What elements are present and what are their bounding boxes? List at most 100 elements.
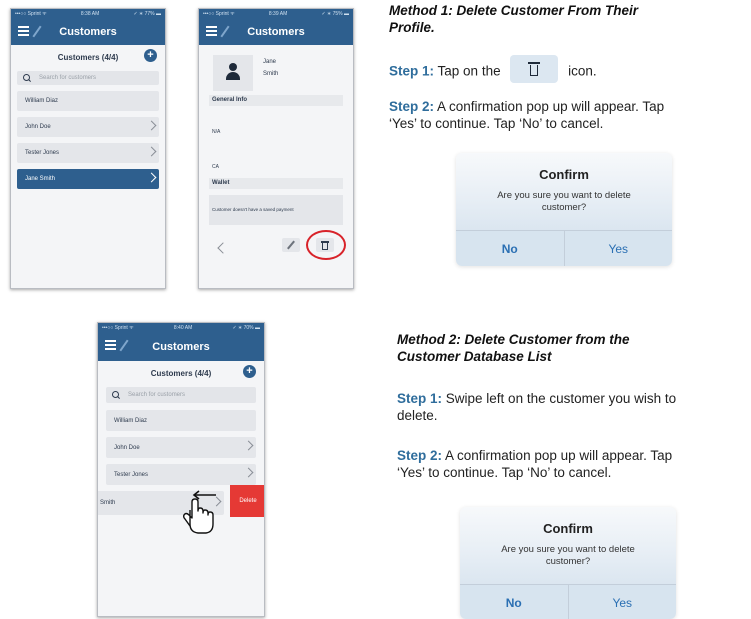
customer-row[interactable]: John Doe	[17, 117, 159, 137]
phone-swipe-delete: •••○○ Sprint ᯤ 8:40 AM ✓ ∗ 70% ▬ Custome…	[97, 322, 265, 617]
highlight-circle	[306, 230, 346, 260]
trash-icon	[528, 62, 541, 76]
back-chevron-icon[interactable]	[217, 242, 229, 254]
confirm-dialog: Confirm Are you sure you want to delete …	[456, 153, 672, 266]
method1-title-line2: Profile.	[389, 20, 435, 35]
nav-bar: Customers	[11, 19, 165, 45]
profile-first-name: Jane	[263, 59, 277, 65]
customer-row[interactable]: William Diaz	[17, 91, 159, 111]
customer-name: Tester Jones	[25, 150, 60, 156]
step-text: delete.	[397, 408, 438, 423]
status-battery: ✓ ∗ 75% ▬	[321, 11, 349, 17]
search-placeholder: Search for customers	[39, 75, 97, 81]
profile-card: Jane Smith	[205, 51, 347, 95]
step-text: icon.	[568, 63, 597, 79]
customer-list-header: Customers (4/4) +	[98, 361, 264, 383]
status-carrier: •••○○ Sprint ᯤ	[102, 325, 134, 331]
customer-row[interactable]: Tester Jones	[106, 464, 256, 485]
status-carrier: •••○○ Sprint ᯤ	[15, 11, 47, 17]
dialog-title: Confirm	[543, 521, 593, 536]
step-text: A confirmation pop up will appear. Tap	[445, 448, 673, 463]
status-bar: •••○○ Sprint ᯤ 8:39 AM ✓ ∗ 75% ▬	[199, 9, 353, 19]
wallet-message: Customer doesn't have a saved payment	[209, 195, 343, 225]
dialog-message: Are you sure you want to delete customer…	[501, 544, 635, 567]
method1-step1: Step 1: Tap on the icon.	[389, 55, 597, 83]
status-battery: ✓ ∗ 77% ▬	[133, 11, 161, 17]
step-text: Tap on the	[437, 63, 501, 79]
step-label: Step 1:	[397, 391, 443, 406]
dialog-body: Confirm Are you sure you want to delete …	[456, 153, 672, 230]
confirm-dialog: Confirm Are you sure you want to delete …	[460, 507, 676, 619]
edit-button[interactable]	[282, 238, 300, 252]
dialog-body: Confirm Are you sure you want to delete …	[460, 507, 676, 584]
yes-button[interactable]: Yes	[569, 585, 677, 619]
wallet-header: Wallet	[209, 178, 343, 189]
customer-row[interactable]: William Diaz	[106, 410, 256, 431]
status-carrier: •••○○ Sprint ᯤ	[203, 11, 235, 17]
profile-field: N/A	[212, 129, 221, 135]
step-text: A confirmation pop up will appear. Tap	[437, 99, 665, 114]
customer-name: John Doe	[25, 124, 51, 130]
step-text: Swipe left on the customer you wish to	[445, 391, 677, 406]
method1-step2: Step 2: A confirmation pop up will appea…	[389, 98, 664, 132]
method2-title: Method 2: Delete Customer from the Custo…	[397, 331, 630, 365]
chevron-right-icon	[243, 467, 254, 478]
dialog-message: Are you sure you want to delete customer…	[497, 190, 631, 213]
nav-title: Customers	[247, 26, 305, 38]
search-placeholder: Search for customers	[128, 392, 186, 398]
customer-name: Jane Smith	[25, 176, 56, 182]
method1-title: Method 1: Delete Customer From Their Pro…	[389, 2, 638, 36]
delete-button[interactable]: Delete	[230, 485, 264, 517]
profile-field: CA	[212, 164, 219, 170]
customer-row-selected[interactable]: Jane Smith	[17, 169, 159, 189]
no-button[interactable]: No	[456, 231, 565, 266]
no-button[interactable]: No	[460, 585, 569, 619]
nav-title: Customers	[152, 341, 210, 353]
step-text: ‘Yes’ to continue. Tap ‘No’ to cancel.	[389, 116, 604, 131]
phone-customer-list: •••○○ Sprint ᯤ 8:38 AM ✓ ∗ 77% ▬ Custome…	[10, 8, 166, 289]
chevron-right-icon	[146, 172, 157, 183]
method2-step2: Step 2: A confirmation pop up will appea…	[397, 447, 672, 481]
step-text: ‘Yes’ to continue. Tap ‘No’ to cancel.	[397, 465, 612, 480]
dialog-actions: No Yes	[456, 230, 672, 266]
method2-step1: Step 1: Swipe left on the customer you w…	[397, 390, 676, 424]
customer-row[interactable]: John Doe	[106, 437, 256, 458]
general-info-header: General Info	[209, 95, 343, 106]
avatar	[213, 55, 253, 91]
search-icon	[23, 74, 31, 82]
dialog-actions: No Yes	[460, 584, 676, 619]
trash-button-illustration	[510, 55, 559, 83]
search-icon	[112, 391, 120, 399]
nav-bar: Customers	[98, 333, 264, 361]
add-customer-button[interactable]: +	[243, 365, 256, 378]
customer-count-label: Customers (4/4)	[57, 53, 119, 62]
chevron-right-icon	[243, 440, 254, 451]
add-customer-button[interactable]: +	[144, 49, 157, 62]
customer-name: Smith	[100, 500, 116, 506]
swipe-hand-icon	[182, 490, 216, 534]
step-label: Step 2:	[389, 99, 435, 114]
nav-title: Customers	[59, 26, 117, 38]
status-time: 8:40 AM	[173, 325, 193, 331]
search-input[interactable]: Search for customers	[106, 387, 256, 403]
profile-last-name: Smith	[263, 71, 279, 77]
yes-button[interactable]: Yes	[565, 231, 673, 266]
status-bar: •••○○ Sprint ᯤ 8:38 AM ✓ ∗ 77% ▬	[11, 9, 165, 19]
chevron-right-icon	[146, 120, 157, 131]
customer-name: William Diaz	[114, 417, 147, 424]
customer-name: John Doe	[114, 444, 140, 451]
pencil-icon	[287, 240, 295, 250]
customer-count-label: Customers (4/4)	[150, 369, 212, 378]
method2-title-line1: Method 2: Delete Customer from the	[397, 332, 630, 347]
status-time: 8:38 AM	[80, 11, 100, 17]
customer-row[interactable]: Tester Jones	[17, 143, 159, 163]
method2-title-line2: Customer Database List	[397, 349, 552, 364]
search-input[interactable]: Search for customers	[17, 71, 159, 85]
customer-list-header: Customers (4/4) +	[11, 45, 165, 67]
customer-name: Tester Jones	[114, 471, 149, 478]
chevron-right-icon	[146, 146, 157, 157]
step-label: Step 2:	[397, 448, 443, 463]
status-battery: ✓ ∗ 70% ▬	[232, 325, 260, 331]
phone-customer-profile: •••○○ Sprint ᯤ 8:39 AM ✓ ∗ 75% ▬ Custome…	[198, 8, 354, 289]
method1-title-line1: Method 1: Delete Customer From Their	[389, 3, 639, 18]
